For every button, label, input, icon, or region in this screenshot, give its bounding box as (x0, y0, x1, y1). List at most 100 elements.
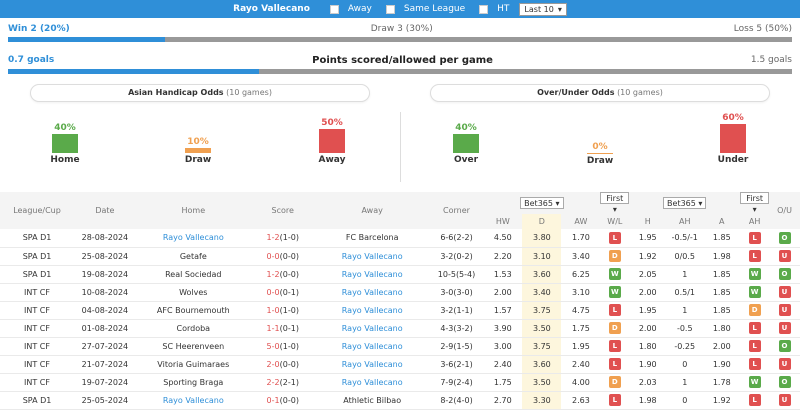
ou-label: Draw (586, 156, 614, 166)
result-badge: L (608, 340, 621, 352)
ah-cell: 0/0.5 (666, 247, 704, 266)
table-row[interactable]: SPA D1 19-08-2024 Real Sociedad 1-2(0-0) Ray… (0, 265, 800, 284)
date-cell: 04-08-2024 (74, 301, 136, 320)
d-cell: 3.75 (522, 301, 562, 320)
section-divider (400, 112, 401, 182)
a-cell: 1.90 (703, 355, 741, 374)
first1-select[interactable]: First ▾ (600, 192, 630, 214)
d-cell: 3.50 (522, 373, 562, 392)
table-row[interactable]: INT CF 21-07-2024 Vitoria Guimaraes 2-0(0-0… (0, 355, 800, 374)
table-row[interactable]: INT CF 01-08-2024 Cordoba 1-1(0-1) Rayo Vall… (0, 319, 800, 338)
d-cell: 3.10 (522, 247, 562, 266)
corner-cell: 3-0(3-0) (429, 283, 484, 302)
header-ah2: AH (740, 214, 770, 229)
wl-cell: L (600, 301, 630, 320)
same-league-checkbox[interactable] (385, 4, 395, 14)
away-checkbox[interactable] (329, 4, 339, 14)
corner-cell: 7-9(2-4) (429, 373, 484, 392)
date-cell: 21-07-2024 (74, 355, 136, 374)
result-badge: D (748, 304, 761, 316)
goals-scored: 0.7 goals (8, 55, 55, 65)
asian-bar (319, 129, 345, 153)
d-cell: 3.30 (522, 391, 562, 410)
ah-cell: -0.5/-1 (666, 229, 704, 248)
date-cell: 01-08-2024 (74, 319, 136, 338)
wl-cell: L (600, 229, 630, 248)
result-badge: U (778, 394, 791, 406)
h-cell: 1.95 (629, 229, 667, 248)
hw-cell: 1.75 (483, 373, 523, 392)
ou-bar (453, 134, 479, 153)
h-cell: 2.03 (629, 373, 667, 392)
ht-checkbox[interactable] (479, 4, 489, 14)
ou-cell: U (769, 391, 800, 410)
header-home: Home (135, 192, 251, 229)
home-team-cell: SC Heerenveen (135, 337, 251, 356)
bookmaker1-select[interactable]: Bet365 ▾ (520, 197, 564, 209)
ah-cell: 1 (666, 301, 704, 320)
result-badge: L (748, 231, 761, 244)
table-row[interactable]: SPA D1 28-08-2024 Rayo Vallecano 1-2(1-0) FC… (0, 229, 800, 248)
away-team-cell: Rayo Vallecano (314, 283, 430, 302)
score-cell: 1-2(0-0) (250, 265, 315, 284)
a-cell: 1.78 (703, 373, 741, 392)
table-row[interactable]: INT CF 04-08-2024 AFC Bournemouth 1-0(1-0) R… (0, 301, 800, 320)
goals-fill (8, 69, 259, 74)
hw-cell: 1.57 (483, 301, 523, 320)
score-cell: 2-2(2-1) (250, 373, 315, 392)
away-team-cell: Athletic Bilbao (314, 391, 430, 410)
result-badge: W (608, 268, 621, 280)
score-cell: 5-0(1-0) (250, 337, 315, 356)
result-badge: O (778, 268, 791, 280)
a-cell: 1.85 (703, 301, 741, 320)
bookmaker2-select[interactable]: Bet365 ▾ (663, 197, 707, 209)
asian-col-away: 50% Away (302, 118, 362, 165)
d-cell: 3.60 (522, 265, 562, 284)
hw-cell: 4.50 (483, 229, 523, 248)
league-cell: SPA D1 (0, 391, 75, 410)
table-row[interactable]: INT CF 27-07-2024 SC Heerenveen 5-0(1-0) Ray… (0, 337, 800, 356)
aw-cell: 1.70 (561, 229, 601, 248)
hw-cell: 2.70 (483, 391, 523, 410)
ou-cell: U (769, 301, 800, 320)
aw-cell: 1.75 (561, 319, 601, 338)
ou-pct: 60% (722, 113, 744, 123)
table-row[interactable]: SPA D1 25-05-2024 Rayo Vallecano 0-1(0-0) At… (0, 391, 800, 410)
last-games-select[interactable]: Last 10 ▾ (519, 2, 567, 16)
aw-cell: 2.40 (561, 355, 601, 374)
win-fill (8, 37, 165, 42)
result-badge: U (778, 304, 791, 316)
ah-cell: 1 (666, 265, 704, 284)
ou-pct: 40% (455, 123, 477, 133)
table-row[interactable]: INT CF 19-07-2024 Sporting Braga 2-2(2-1) Ra… (0, 373, 800, 392)
date-cell: 25-08-2024 (74, 247, 136, 266)
home-team-cell: Sporting Braga (135, 373, 251, 392)
filter-bar: Rayo Vallecano Away Same League HT Last … (0, 0, 800, 18)
ah-result-cell: D (740, 301, 770, 320)
aw-cell: 4.75 (561, 301, 601, 320)
result-badge: O (778, 231, 791, 244)
date-cell: 28-08-2024 (74, 229, 136, 248)
league-cell: INT CF (0, 301, 75, 320)
corner-cell: 2-9(1-5) (429, 337, 484, 356)
aw-cell: 2.63 (561, 391, 601, 410)
asian-label: Away (318, 155, 346, 165)
table-row[interactable]: INT CF 10-08-2024 Wolves 0-0(0-1) Rayo Valle… (0, 283, 800, 302)
ou-pct: 0% (592, 142, 608, 152)
last-games-value: Last 10 (524, 4, 554, 14)
ah-result-cell: L (740, 247, 770, 266)
header-wl: W/L (600, 214, 630, 229)
over-under-pill: Over/Under Odds (10 games) (430, 84, 770, 102)
score-cell: 0-1(0-0) (250, 391, 315, 410)
d-cell: 3.75 (522, 337, 562, 356)
hw-cell: 2.00 (483, 283, 523, 302)
home-team-cell: Vitoria Guimaraes (135, 355, 251, 374)
a-cell: 2.00 (703, 337, 741, 356)
first2-select[interactable]: First ▾ (740, 192, 770, 214)
away-team-cell: Rayo Vallecano (314, 301, 430, 320)
chevron-down-icon: ▾ (557, 4, 562, 14)
match-table: League/Cup Date Home Score Away Corner B… (0, 192, 800, 410)
away-team-cell: Rayo Vallecano (314, 337, 430, 356)
table-row[interactable]: SPA D1 25-08-2024 Getafe 0-0(0-0) Rayo Valle… (0, 247, 800, 266)
away-team-cell: Rayo Vallecano (314, 355, 430, 374)
